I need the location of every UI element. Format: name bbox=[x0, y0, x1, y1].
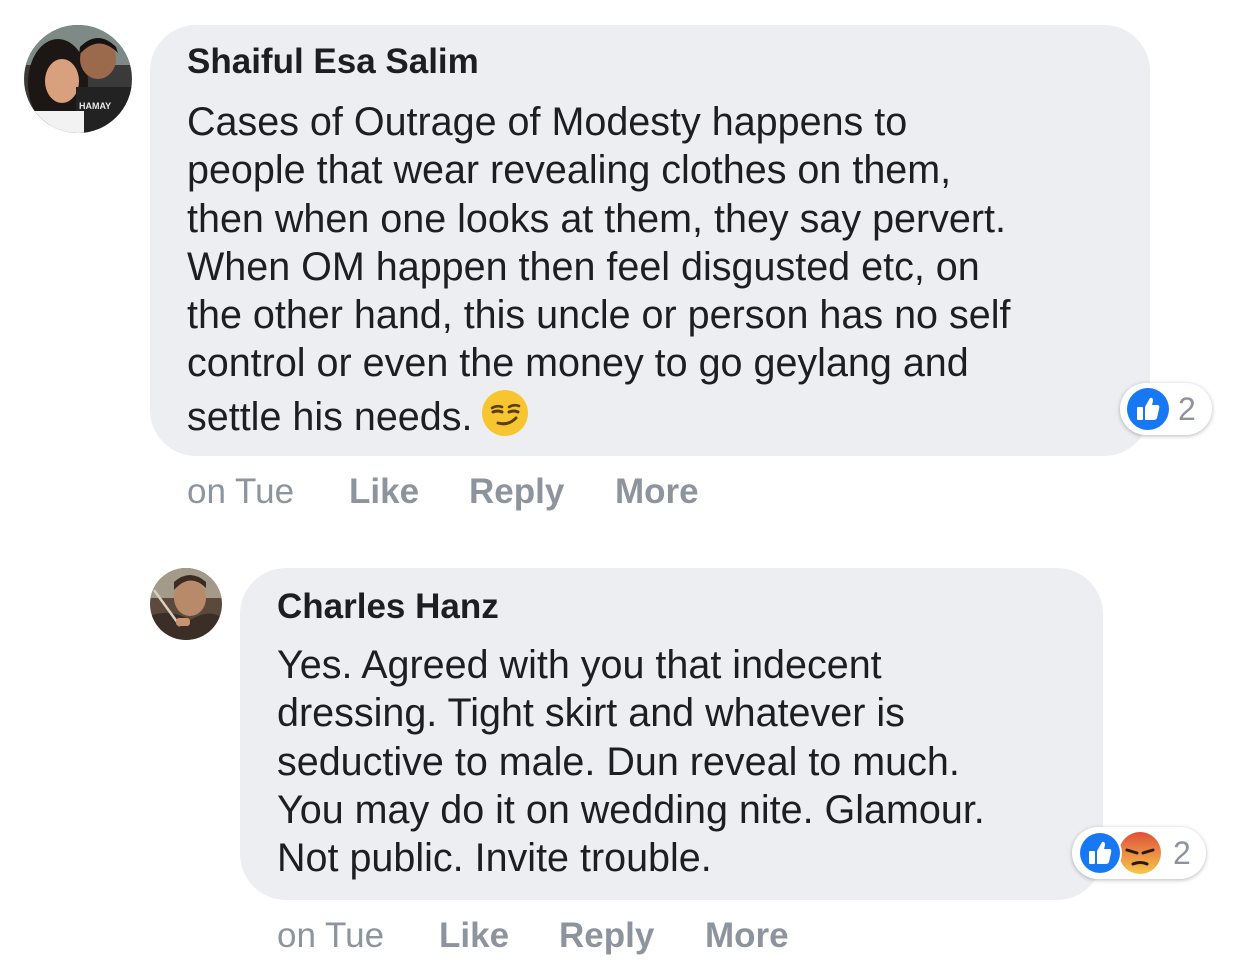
comment-shaiful: HAMAY Shaiful Esa Salim Cases of Outrage… bbox=[0, 0, 1242, 520]
reply-button[interactable]: Reply bbox=[469, 472, 564, 512]
comment-author-name[interactable]: Charles Hanz bbox=[277, 587, 499, 627]
comment-text-line: dressing. Tight skirt and whatever is bbox=[277, 691, 905, 736]
comment-text: Yes. Agreed with you that indecent dress… bbox=[277, 641, 985, 882]
avatar-photo-shaiful: HAMAY bbox=[24, 25, 132, 133]
angry-icon bbox=[1118, 831, 1162, 880]
reaction-count: 2 bbox=[1173, 835, 1191, 871]
comment-actions: on Tue Like Reply More bbox=[187, 472, 787, 512]
reply-button[interactable]: Reply bbox=[559, 916, 654, 956]
comment-text-line: then when one looks at them, they say pe… bbox=[187, 196, 1006, 241]
avatar-charles[interactable] bbox=[150, 568, 222, 640]
comment-text-line: You may do it on wedding nite. Glamour. bbox=[277, 787, 985, 832]
like-button[interactable]: Like bbox=[439, 916, 509, 956]
comment-text-line: the other hand, this uncle or person has… bbox=[187, 293, 1011, 338]
reaction-summary[interactable]: 2 bbox=[1120, 383, 1212, 435]
more-button[interactable]: More bbox=[615, 472, 699, 512]
comment-text-line: Yes. Agreed with you that indecent bbox=[277, 643, 882, 687]
avatar-shaiful[interactable]: HAMAY bbox=[24, 25, 132, 133]
like-icon bbox=[1126, 387, 1170, 436]
comment-author-name[interactable]: Shaiful Esa Salim bbox=[187, 42, 479, 82]
comment-text-line: When OM happen then feel disgusted etc, … bbox=[187, 244, 980, 289]
comment-text-line: control or even the money to go geylang … bbox=[187, 341, 969, 386]
like-button[interactable]: Like bbox=[349, 472, 419, 512]
comment-actions: on Tue Like Reply More bbox=[277, 916, 877, 956]
comment-text-line: Not public. Invite trouble. bbox=[277, 836, 712, 881]
comment-timestamp[interactable]: on Tue bbox=[187, 472, 294, 512]
comment-timestamp[interactable]: on Tue bbox=[277, 916, 384, 956]
comment-charles: Charles Hanz Yes. Agreed with you that i… bbox=[0, 540, 1242, 975]
avatar-photo-charles bbox=[150, 568, 222, 640]
like-icon bbox=[1078, 831, 1122, 880]
comment-text-line: seductive to male. Dun reveal to much. bbox=[277, 739, 960, 784]
reaction-count: 2 bbox=[1178, 391, 1196, 427]
comment-text: Cases of Outrage of Modesty happens to p… bbox=[187, 98, 1010, 449]
comment-text-fragment: settle his needs. bbox=[187, 394, 473, 439]
svg-text:HAMAY: HAMAY bbox=[79, 101, 111, 111]
comment-text-line: people that wear revealing clothes on th… bbox=[187, 148, 952, 193]
reaction-summary[interactable]: 2 bbox=[1072, 827, 1206, 879]
comment-text-line: Cases of Outrage of Modesty happens to bbox=[187, 100, 908, 144]
comment-text-line-last: settle his needs. bbox=[187, 388, 1010, 449]
more-button[interactable]: More bbox=[705, 916, 789, 956]
smirking-face-emoji bbox=[480, 388, 530, 449]
